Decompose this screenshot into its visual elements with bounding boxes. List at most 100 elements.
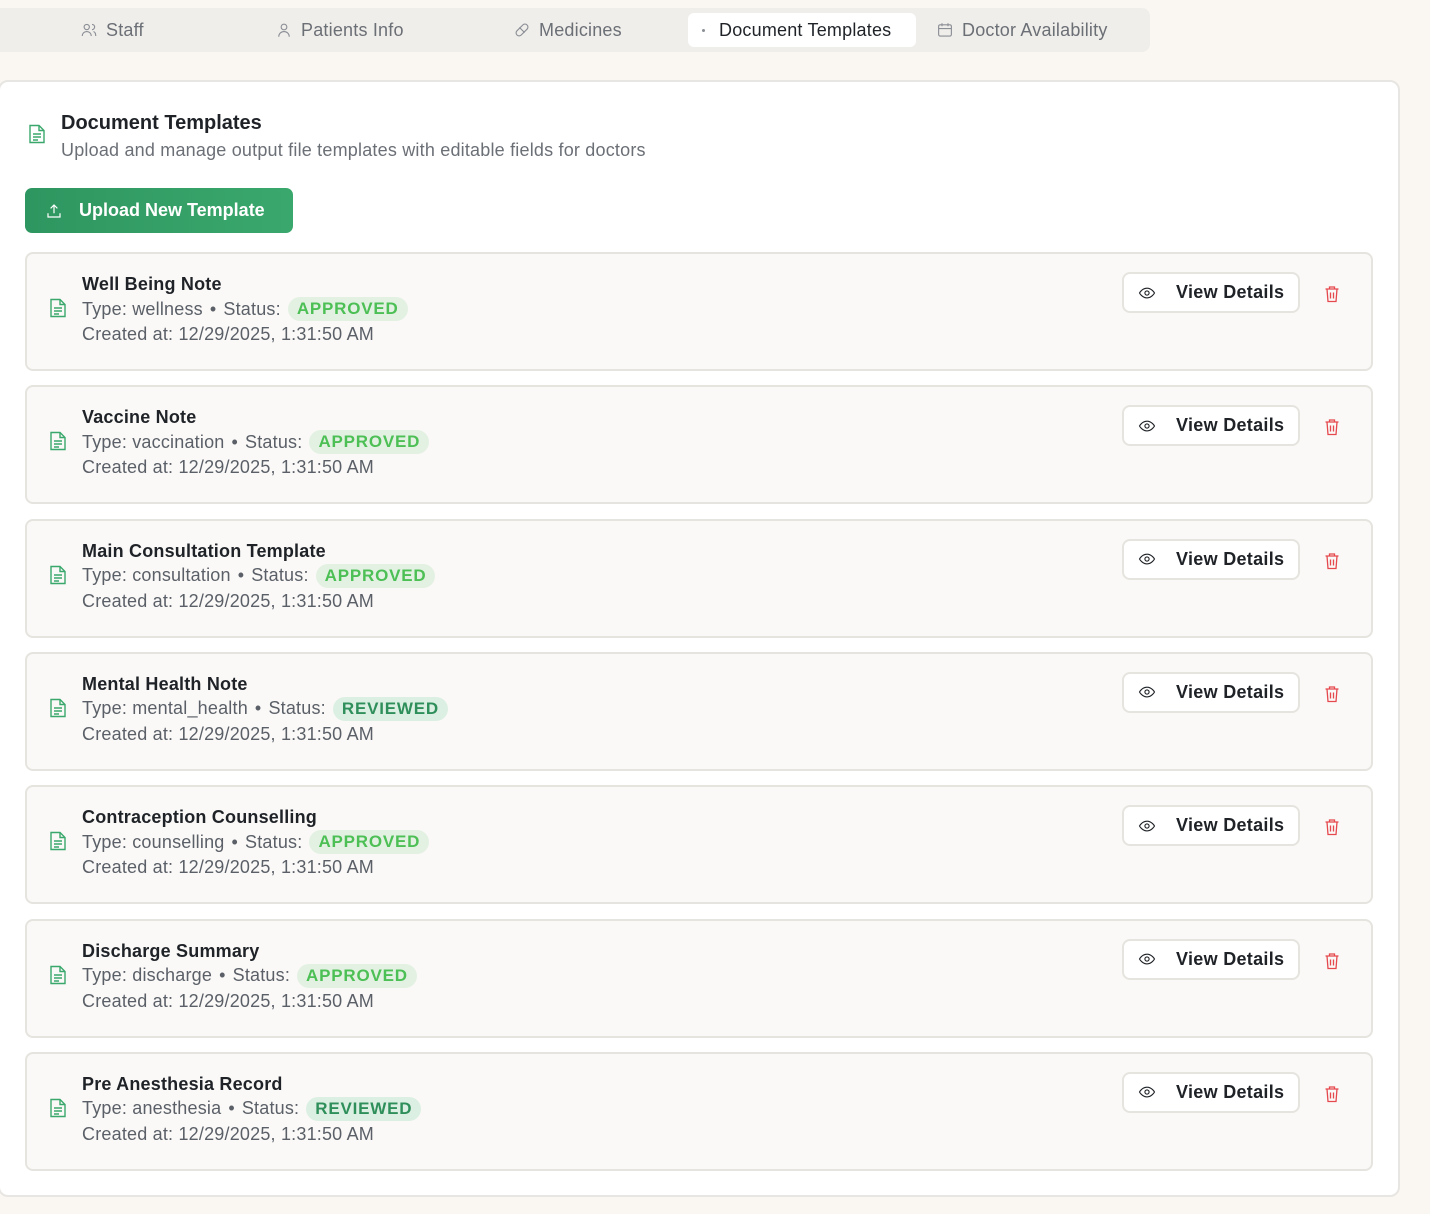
status-prefix: Status:: [241, 1098, 300, 1119]
type-prefix: Type:: [82, 565, 128, 586]
created-at: Created at: 12/29/2025, 1:31:50 AM: [82, 857, 375, 878]
status-prefix: Status:: [232, 965, 291, 985]
calendar-icon: [938, 23, 952, 37]
created-at: Created at: 12/29/2025, 1:31:50 AM: [82, 590, 375, 611]
template-name: Well Being Note: [82, 274, 222, 294]
created-at: Created at: 12/29/2025, 1:31:50 AM: [82, 457, 375, 478]
status-badge: REVIEWED: [306, 1096, 422, 1121]
trash-icon[interactable]: [1324, 1085, 1340, 1103]
status-badge: APPROVED: [297, 963, 417, 988]
status-prefix: Status:: [268, 698, 326, 719]
tab-medicines[interactable]: Medicines: [513, 13, 622, 47]
type-prefix: Type:: [82, 431, 128, 452]
document-icon: [50, 965, 66, 984]
tab-bar: Staff Patients Info Medicines Document T…: [0, 8, 1150, 52]
eye-icon: [1138, 287, 1156, 298]
status-badge: APPROVED: [309, 830, 430, 855]
template-meta: Type: anesthesia • Status: REVIEWED: [82, 1096, 422, 1121]
view-details-label: View Details: [1176, 282, 1285, 302]
tab-patients-info[interactable]: Patients Info: [275, 13, 404, 47]
type-prefix: Type:: [82, 298, 128, 319]
status-prefix: Status:: [245, 831, 303, 852]
template-type: anesthesia: [132, 1098, 222, 1119]
created-at: Created at: 12/29/2025, 1:31:50 AM: [82, 723, 375, 744]
template-type: mental_health: [132, 698, 248, 719]
eye-icon: [1138, 1086, 1156, 1098]
tab-document-templates[interactable]: Document Templates: [688, 13, 916, 47]
view-details-label: View Details: [1176, 1081, 1285, 1102]
status-prefix: Status:: [251, 565, 309, 586]
meta-separator: •: [231, 831, 239, 852]
trash-icon[interactable]: [1324, 285, 1340, 303]
template-type: consultation: [132, 565, 231, 586]
template-type: counselling: [132, 831, 225, 852]
tab-label: Document Templates: [719, 19, 892, 40]
tab-label: Medicines: [539, 19, 622, 40]
status-badge: APPROVED: [287, 297, 408, 321]
template-meta: Type: vaccination • Status: APPROVED: [82, 430, 430, 455]
pill-icon: [515, 23, 529, 37]
view-details-label: View Details: [1176, 681, 1285, 702]
tab-staff[interactable]: Staff: [80, 13, 144, 47]
template-meta: Type: consultation • Status: APPROVED: [82, 563, 436, 588]
template-type: discharge: [132, 965, 213, 985]
template-meta: Type: counselling • Status: APPROVED: [82, 830, 430, 855]
type-prefix: Type:: [82, 831, 128, 852]
template-row: Well Being Note Type: wellness • Status: APP…: [25, 252, 1373, 371]
trash-icon[interactable]: [1324, 685, 1340, 703]
trash-icon[interactable]: [1324, 952, 1340, 970]
type-prefix: Type:: [82, 1098, 128, 1119]
template-row: Mental Health Note Type: mental_health • St…: [25, 651, 1373, 771]
template-row: Discharge Summary Type: discharge • Status:…: [25, 918, 1373, 1038]
view-details-label: View Details: [1176, 815, 1285, 836]
meta-separator: •: [237, 565, 245, 586]
status-badge: APPROVED: [309, 430, 430, 455]
template-meta: Type: discharge • Status: APPROVED: [82, 963, 417, 988]
trash-icon[interactable]: [1324, 818, 1340, 836]
document-icon: [50, 1098, 66, 1117]
view-details-button[interactable]: View Details: [1122, 538, 1300, 580]
document-icon: [50, 831, 66, 851]
created-at: Created at: 12/29/2025, 1:31:50 AM: [82, 990, 375, 1011]
template-name: Discharge Summary: [82, 940, 260, 961]
meta-separator: •: [231, 431, 239, 452]
template-row: Contraception Counselling Type: counselli…: [25, 785, 1373, 905]
template-type: vaccination: [132, 431, 225, 452]
template-row: Pre Anesthesia Record Type: anesthesia • St…: [25, 1051, 1373, 1171]
template-name: Vaccine Note: [82, 407, 197, 428]
page-subtitle: Upload and manage output file templates …: [61, 140, 646, 160]
tab-label: Patients Info: [301, 19, 404, 40]
view-details-button[interactable]: View Details: [1122, 671, 1300, 713]
trash-icon[interactable]: [1324, 552, 1340, 570]
view-details-label: View Details: [1176, 948, 1285, 969]
view-details-button[interactable]: View Details: [1122, 405, 1300, 447]
file-icon: [702, 28, 705, 32]
page-title: Document Templates: [61, 112, 262, 134]
view-details-label: View Details: [1176, 415, 1285, 436]
template-type: wellness: [132, 298, 203, 319]
type-prefix: Type:: [82, 698, 128, 719]
document-icon: [29, 124, 45, 144]
eye-icon: [1138, 686, 1156, 698]
upload-icon: [47, 203, 61, 218]
eye-icon: [1138, 953, 1156, 965]
view-details-button[interactable]: View Details: [1122, 938, 1300, 980]
meta-separator: •: [219, 965, 226, 985]
view-details-button[interactable]: View Details: [1122, 1071, 1300, 1113]
template-name: Mental Health Note: [82, 673, 248, 694]
created-at: Created at: 12/29/2025, 1:31:50 AM: [82, 324, 375, 344]
status-prefix: Status:: [245, 431, 303, 452]
view-details-button[interactable]: View Details: [1122, 805, 1300, 847]
view-details-button[interactable]: View Details: [1122, 272, 1300, 313]
trash-icon[interactable]: [1324, 418, 1340, 436]
template-row: Main Consultation Template Type: consulta…: [25, 518, 1373, 638]
tab-doctor-availability[interactable]: Doctor Availability: [936, 13, 1108, 47]
eye-icon: [1138, 420, 1156, 432]
upload-new-template-button[interactable]: Upload New Template: [25, 188, 293, 233]
document-icon: [50, 565, 66, 584]
view-details-label: View Details: [1176, 548, 1285, 569]
document-icon: [50, 698, 66, 718]
template-meta: Type: wellness • Status: APPROVED: [82, 297, 408, 321]
document-icon: [50, 298, 66, 318]
template-row: Vaccine Note Type: vaccination • Status: APP…: [25, 385, 1373, 505]
